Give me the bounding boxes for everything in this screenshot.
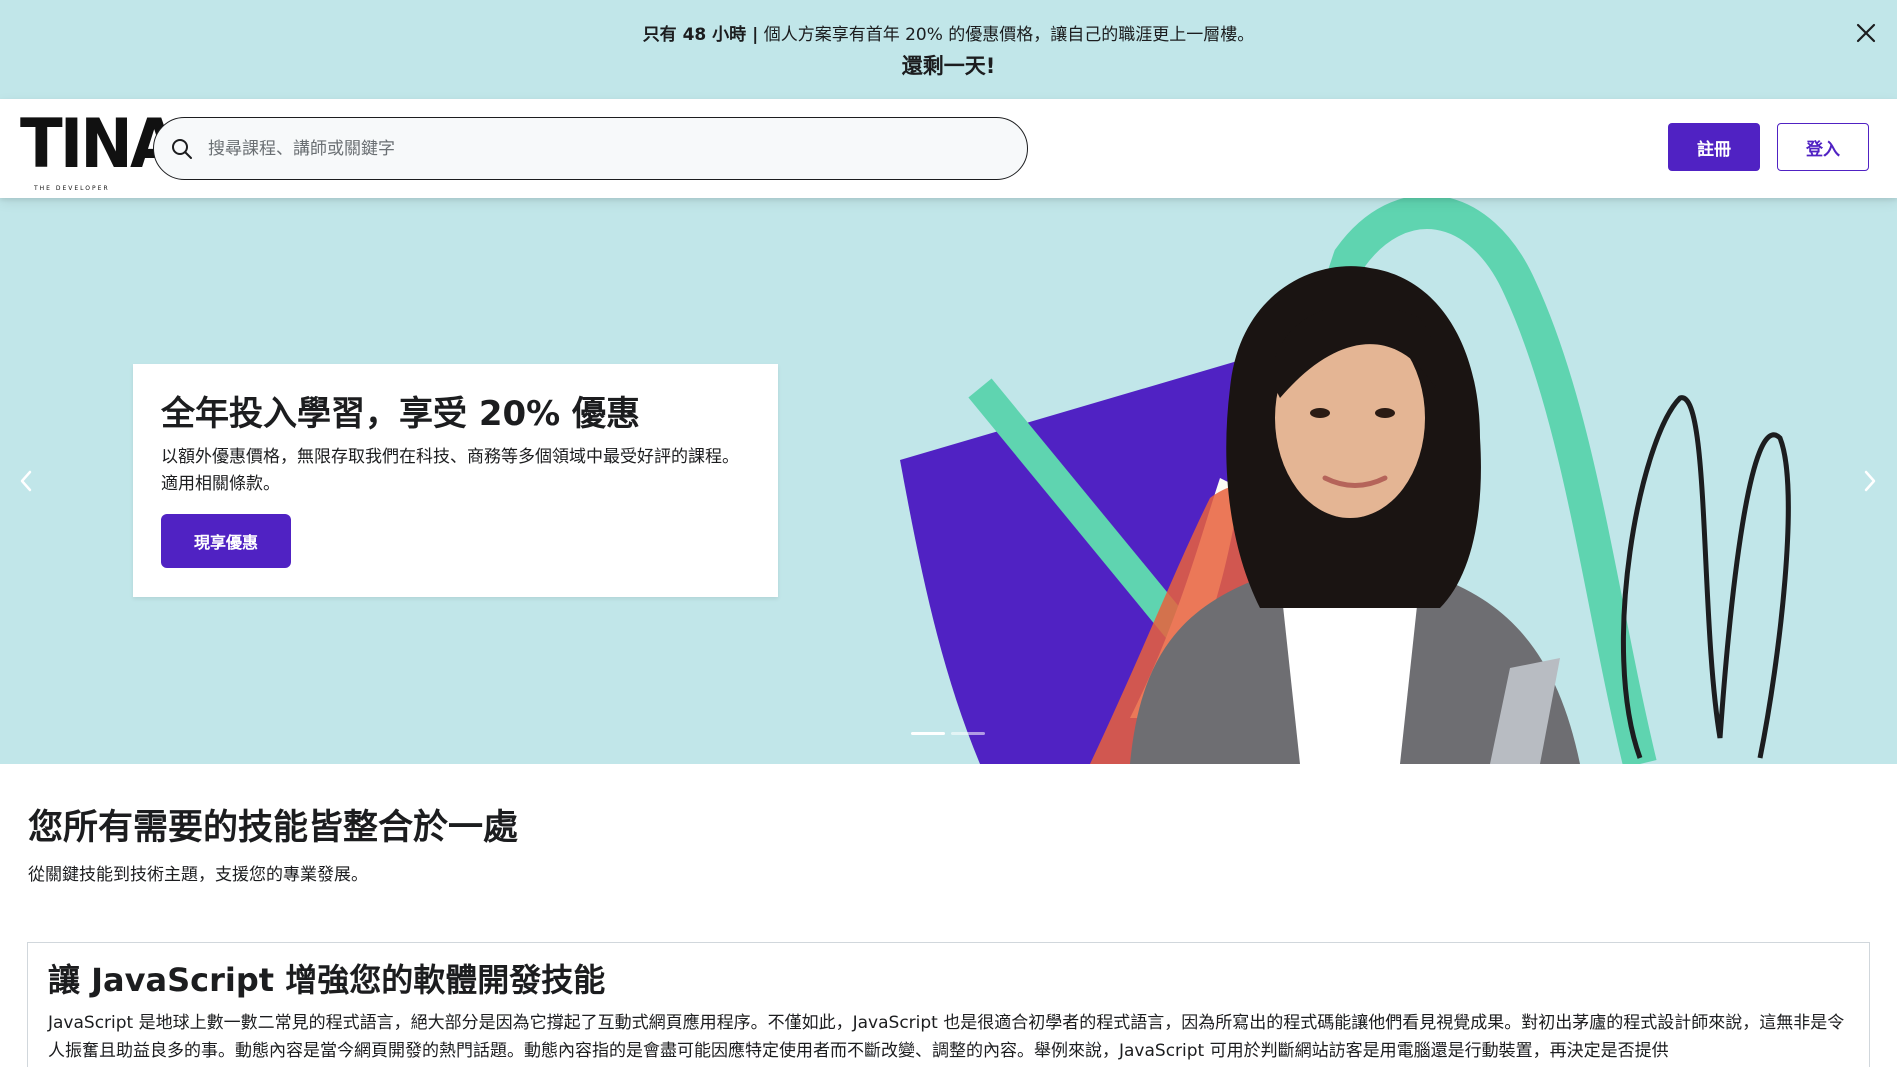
promo-countdown: 還剩一天!: [901, 54, 996, 78]
chevron-left-icon[interactable]: [14, 466, 38, 496]
site-logo[interactable]: TINA THE DEVELOPER: [20, 107, 178, 193]
hero-illustration: [900, 198, 1791, 764]
promo-text: 個人方案享有首年 20% 的優惠價格，讓自己的職涯更上一層樓。: [758, 25, 1255, 45]
chevron-right-icon[interactable]: [1858, 466, 1882, 496]
search-input[interactable]: [208, 118, 1008, 179]
carousel-dot-2[interactable]: [951, 732, 985, 735]
signup-button[interactable]: 註冊: [1668, 123, 1760, 171]
site-header: TINA THE DEVELOPER 註冊 登入: [0, 99, 1897, 198]
carousel-dot-1[interactable]: [911, 732, 945, 735]
search-icon[interactable]: [170, 137, 194, 161]
hero-carousel: 全年投入學習，享受 20% 優惠 以額外優惠價格，無限存取我們在科技、商務等多個…: [0, 198, 1897, 764]
logo-tagline: THE DEVELOPER: [34, 185, 110, 192]
hero-card: 全年投入學習，享受 20% 優惠 以額外優惠價格，無限存取我們在科技、商務等多個…: [133, 364, 778, 597]
search-bar: [153, 117, 1028, 180]
promo-message: 只有 48 小時 | 個人方案享有首年 20% 的優惠價格，讓自己的職涯更上一層…: [0, 20, 1897, 45]
section-subtitle: 從關鍵技能到技術主題，支援您的專業發展。: [28, 865, 368, 885]
card-title: 讓 JavaScript 增強您的軟體開發技能: [48, 961, 606, 999]
login-button[interactable]: 登入: [1777, 123, 1869, 171]
promo-banner: 只有 48 小時 | 個人方案享有首年 20% 的優惠價格，讓自己的職涯更上一層…: [0, 0, 1897, 99]
promo-highlight: 只有 48 小時 |: [642, 25, 759, 45]
section-title: 您所有需要的技能皆整合於一處: [28, 808, 519, 848]
hero-title: 全年投入學習，享受 20% 優惠: [161, 394, 641, 434]
claim-offer-button[interactable]: 現享優惠: [161, 514, 291, 568]
javascript-card: 讓 JavaScript 增強您的軟體開發技能 JavaScript 是地球上數…: [27, 942, 1870, 1067]
close-icon[interactable]: [1853, 20, 1879, 46]
hero-description: 以額外優惠價格，無限存取我們在科技、商務等多個領域中最受好評的課程。適用相關條款…: [161, 447, 739, 494]
card-body: JavaScript 是地球上數一數二常見的程式語言，絕大部分是因為它撐起了互動…: [48, 1013, 1845, 1061]
